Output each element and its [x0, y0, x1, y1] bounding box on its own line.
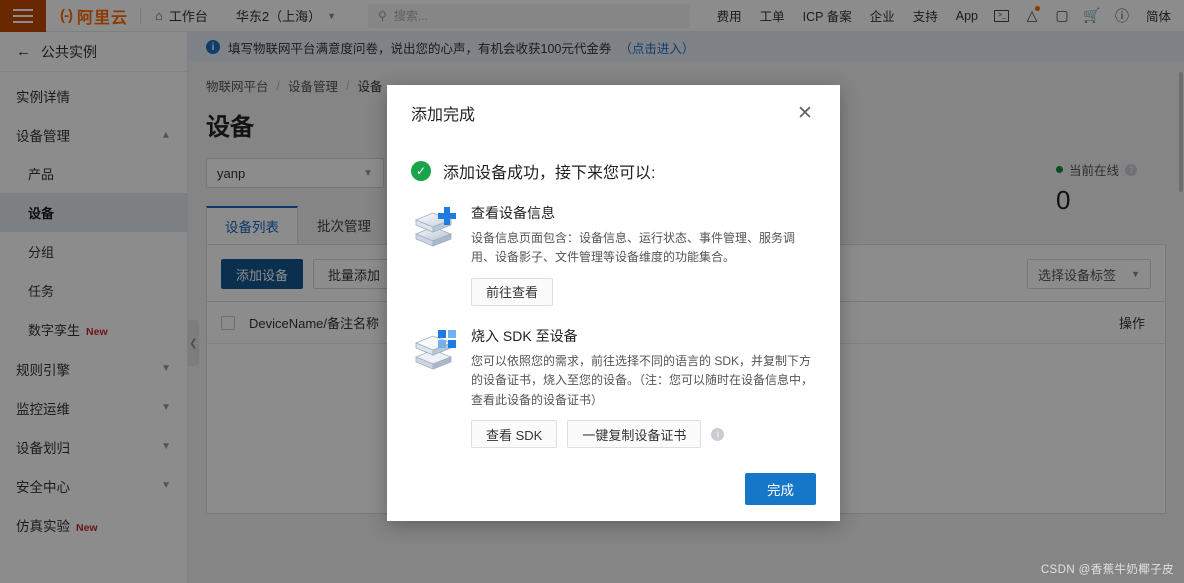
feature-content: 查看设备信息 设备信息页面包含：设备信息、运行状态、事件管理、服务调用、设备影子… — [471, 203, 816, 306]
success-message: ✓ 添加设备成功，接下来您可以: — [411, 159, 816, 183]
close-icon[interactable]: ✕ — [794, 102, 816, 124]
feature-view-device-info: 查看设备信息 设备信息页面包含：设备信息、运行状态、事件管理、服务调用、设备影子… — [411, 203, 816, 306]
view-sdk-button[interactable]: 查看 SDK — [471, 420, 558, 449]
feature-title: 烧入 SDK 至设备 — [471, 327, 578, 344]
device-sdk-icon — [411, 326, 457, 372]
device-add-icon — [411, 203, 457, 249]
feature-content: 烧入 SDK 至设备 您可以依照您的需求，前往选择不同的语言的 SDK，并复制下… — [471, 326, 816, 449]
success-text: 添加设备成功，接下来您可以: — [443, 165, 656, 182]
feature-actions: 查看 SDK 一键复制设备证书 i — [471, 420, 816, 449]
done-button[interactable]: 完成 — [745, 473, 816, 505]
feature-description: 设备信息页面包含：设备信息、运行状态、事件管理、服务调用、设备影子、文件管理等设… — [471, 231, 796, 265]
feature-description: 您可以依照您的需求，前往选择不同的语言的 SDK，并复制下方的设备证书，烧入至您… — [471, 353, 814, 407]
dialog-body: ✓ 添加设备成功，接下来您可以: 查看设备信息 设备信息页面包含：设备信息、运行… — [387, 141, 840, 457]
feature-title: 查看设备信息 — [471, 205, 555, 221]
app-root: (-) 阿里云 ⌂ 工作台 华东2（上海） ▼ ⚲ 费用 工单 ICP 备案 企… — [0, 0, 1184, 583]
feature-actions: 前往查看 — [471, 277, 816, 306]
dialog-title: 添加完成 — [411, 107, 476, 124]
info-icon[interactable]: i — [711, 427, 725, 441]
go-view-button[interactable]: 前往查看 — [471, 277, 554, 306]
feature-burn-sdk: 烧入 SDK 至设备 您可以依照您的需求，前往选择不同的语言的 SDK，并复制下… — [411, 326, 816, 449]
copy-device-cert-button[interactable]: 一键复制设备证书 — [567, 420, 702, 449]
add-complete-dialog: 添加完成 ✕ ✓ 添加设备成功，接下来您可以: 查看设备信息 设备信息页面包含：… — [387, 85, 840, 521]
dialog-header: 添加完成 ✕ — [387, 85, 840, 141]
check-circle-icon: ✓ — [411, 161, 431, 181]
dialog-footer: 完成 — [387, 457, 840, 521]
